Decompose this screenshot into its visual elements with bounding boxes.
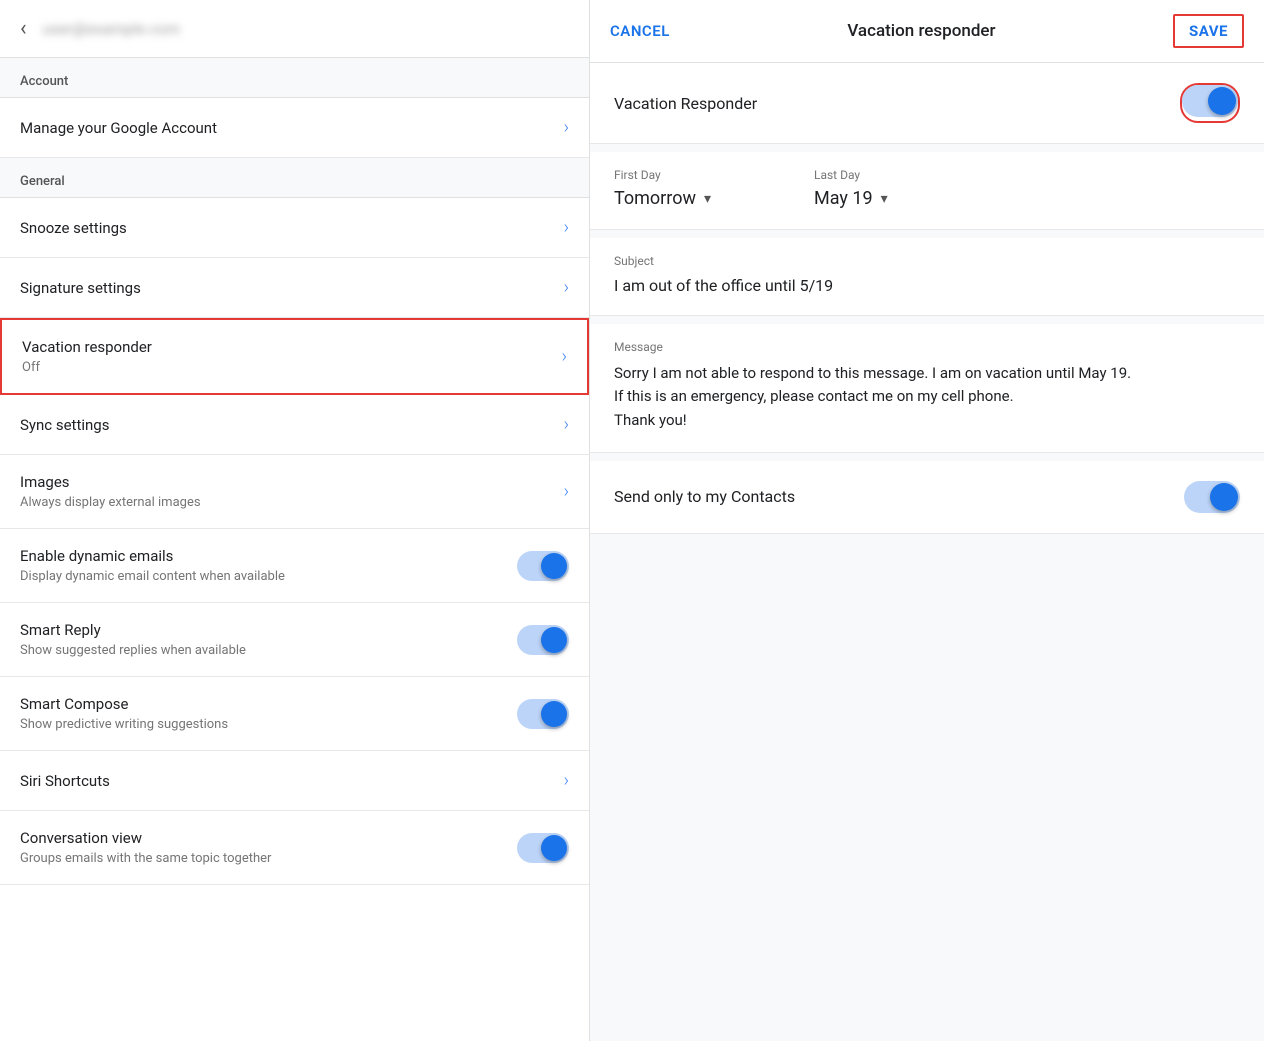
first-day-select[interactable]: Tomorrow ▾ (614, 188, 774, 209)
smart-reply-item[interactable]: Smart Reply Show suggested replies when … (0, 603, 589, 677)
subject-label: Subject (614, 254, 1240, 268)
chevron-icon: › (564, 277, 569, 298)
vacation-responder-title: Vacation responder (22, 338, 152, 356)
back-button[interactable]: ‹ (20, 16, 27, 41)
vacation-responder-toggle[interactable] (1182, 85, 1238, 117)
vacation-responder-section: Vacation Responder (590, 63, 1264, 144)
snooze-settings-title: Snooze settings (20, 219, 127, 237)
images-subtitle: Always display external images (20, 495, 201, 510)
first-day-dropdown-icon: ▾ (704, 191, 711, 207)
date-row: First Day Tomorrow ▾ Last Day May 19 ▾ (590, 152, 1264, 230)
images-item[interactable]: Images Always display external images › (0, 455, 589, 529)
message-label: Message (614, 340, 1240, 354)
right-content: Vacation Responder First Day Tomorrow (590, 63, 1264, 1041)
dynamic-email-title: Enable dynamic emails (20, 547, 285, 565)
right-panel-title: Vacation responder (847, 21, 995, 41)
vacation-responder-row: Vacation Responder (590, 63, 1264, 144)
chevron-icon: › (564, 414, 569, 435)
first-day-label: First Day (614, 168, 774, 182)
last-day-value: May 19 (814, 188, 873, 209)
vacation-responder-status: Off (22, 360, 152, 375)
contacts-section: Send only to my Contacts (590, 461, 1264, 534)
chevron-icon: › (564, 770, 569, 791)
cancel-button[interactable]: CANCEL (610, 22, 670, 40)
message-value[interactable]: Sorry I am not able to respond to this m… (614, 362, 1240, 432)
sync-settings-title: Sync settings (20, 416, 109, 434)
last-day-select[interactable]: May 19 ▾ (814, 188, 974, 209)
chevron-icon: › (564, 481, 569, 502)
smart-compose-toggle[interactable] (517, 699, 569, 729)
right-panel: CANCEL Vacation responder SAVE Vacation … (590, 0, 1264, 1041)
contacts-label: Send only to my Contacts (614, 487, 795, 506)
chevron-icon: › (564, 117, 569, 138)
contacts-toggle[interactable] (1184, 481, 1240, 513)
last-day-group: Last Day May 19 ▾ (814, 168, 974, 209)
save-button[interactable]: SAVE (1173, 14, 1244, 48)
smart-reply-subtitle: Show suggested replies when available (20, 643, 246, 658)
vacation-responder-item[interactable]: Vacation responder Off › (0, 318, 589, 395)
siri-shortcuts-item[interactable]: Siri Shortcuts › (0, 751, 589, 811)
dynamic-email-item[interactable]: Enable dynamic emails Display dynamic em… (0, 529, 589, 603)
chevron-icon: › (564, 217, 569, 238)
smart-reply-title: Smart Reply (20, 621, 246, 639)
left-panel: ‹ user@example.com Account Manage your G… (0, 0, 590, 1041)
signature-settings-title: Signature settings (20, 279, 141, 297)
conversation-view-toggle[interactable] (517, 833, 569, 863)
sync-settings-item[interactable]: Sync settings › (0, 395, 589, 455)
dynamic-email-toggle[interactable] (517, 551, 569, 581)
conversation-view-item[interactable]: Conversation view Groups emails with the… (0, 811, 589, 885)
smart-reply-toggle[interactable] (517, 625, 569, 655)
date-section: First Day Tomorrow ▾ Last Day May 19 ▾ (590, 152, 1264, 230)
last-day-label: Last Day (814, 168, 974, 182)
account-email: user@example.com (43, 20, 181, 38)
smart-compose-title: Smart Compose (20, 695, 228, 713)
dynamic-email-subtitle: Display dynamic email content when avail… (20, 569, 285, 584)
last-day-dropdown-icon: ▾ (881, 191, 888, 207)
siri-shortcuts-title: Siri Shortcuts (20, 772, 110, 790)
chevron-icon: › (562, 346, 567, 367)
vacation-responder-toggle-wrapper[interactable] (1180, 83, 1240, 123)
images-title: Images (20, 473, 201, 491)
first-day-group: First Day Tomorrow ▾ (614, 168, 774, 209)
manage-account-title: Manage your Google Account (20, 119, 217, 137)
right-header: CANCEL Vacation responder SAVE (590, 0, 1264, 63)
message-field: Message Sorry I am not able to respond t… (590, 324, 1264, 453)
conversation-view-subtitle: Groups emails with the same topic togeth… (20, 851, 271, 866)
message-section: Message Sorry I am not able to respond t… (590, 324, 1264, 453)
section-general-header: General (0, 158, 589, 198)
manage-google-account-item[interactable]: Manage your Google Account › (0, 98, 589, 158)
contacts-row: Send only to my Contacts (590, 461, 1264, 534)
subject-value[interactable]: I am out of the office until 5/19 (614, 276, 1240, 295)
conversation-view-title: Conversation view (20, 829, 271, 847)
left-header: ‹ user@example.com (0, 0, 589, 58)
section-account-header: Account (0, 58, 589, 98)
signature-settings-item[interactable]: Signature settings › (0, 258, 589, 318)
subject-field: Subject I am out of the office until 5/1… (590, 238, 1264, 316)
snooze-settings-item[interactable]: Snooze settings › (0, 198, 589, 258)
vacation-responder-label: Vacation Responder (614, 94, 757, 113)
subject-section: Subject I am out of the office until 5/1… (590, 238, 1264, 316)
smart-compose-item[interactable]: Smart Compose Show predictive writing su… (0, 677, 589, 751)
smart-compose-subtitle: Show predictive writing suggestions (20, 717, 228, 732)
bottom-spacer (590, 542, 1264, 742)
first-day-value: Tomorrow (614, 188, 696, 209)
